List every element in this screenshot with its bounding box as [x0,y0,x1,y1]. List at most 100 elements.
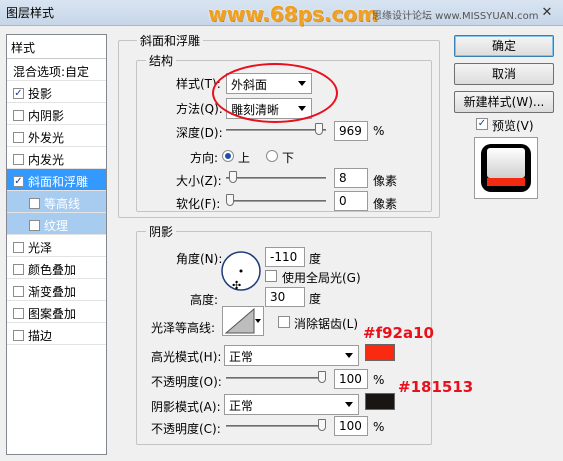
style-list: 样式 混合选项:自定 ✓ 投影内阴影外发光内发光 ✓ 斜面和浮雕等高线纹理光泽颜色叠加渐… [6,34,107,455]
style-list-item-label: 光泽 [28,240,53,255]
shadow-color-swatch[interactable] [365,393,395,410]
ok-button[interactable]: 确定 [454,35,554,57]
global-light-label: 使用全局光(G) [282,271,361,285]
size-input[interactable]: 8 [334,168,368,188]
style-list-item[interactable]: 光泽 [7,235,106,257]
depth-slider-track[interactable] [226,129,326,131]
direction-down-radio[interactable] [266,150,278,162]
direction-label: 方向: [190,151,219,165]
style-checkbox[interactable] [13,263,24,275]
soften-slider-thumb[interactable] [226,194,234,206]
bevel-section-title: 斜面和浮雕 [137,32,204,49]
window-title: 图层样式 [6,6,55,20]
close-icon[interactable]: ✕ [537,4,557,21]
angle-input[interactable]: -110 [265,247,305,267]
shadow-opacity-unit: % [373,420,385,434]
chevron-down-icon [345,402,353,407]
style-list-item[interactable]: 渐变叠加 [7,279,106,301]
gloss-contour-picker[interactable] [222,306,264,336]
altitude-unit: 度 [309,292,322,306]
highlight-opacity-thumb[interactable] [318,371,326,383]
structure-title: 结构 [146,52,177,69]
preview-highlight-face [487,148,525,178]
size-unit: 像素 [373,174,398,188]
style-list-header[interactable]: 样式 [7,35,106,59]
size-slider-track[interactable] [226,177,326,179]
soften-slider-track[interactable] [226,200,326,202]
size-label: 大小(Z): [176,174,222,188]
style-checkbox[interactable]: ✓ [13,175,24,187]
global-light-checkbox[interactable] [265,270,277,282]
watermark: www.68ps.com [208,2,378,26]
style-list-item[interactable]: 纹理 [7,213,106,235]
shadow-hex-annotation: #181513 [398,378,474,396]
style-list-item-label: 描边 [28,328,53,343]
style-checkbox[interactable] [13,329,24,341]
highlight-hex-annotation: #f92a10 [363,324,434,342]
title-bar: 图层样式 www.68ps.com 思缘设计论坛 www.MISSYUAN.co… [0,0,563,26]
style-list-item-label: 颜色叠加 [28,262,77,277]
style-list-item-label: 等高线 [44,196,81,211]
style-checkbox[interactable] [13,241,24,253]
highlight-mode-label: 高光模式(H): [151,350,222,364]
preview-red-edge [487,178,525,186]
soften-input[interactable]: 0 [334,191,368,211]
new-style-button[interactable]: 新建样式(W)... [454,91,554,113]
site-tag: 思缘设计论坛 www.MISSYUAN.com [372,11,539,22]
shadow-mode-label: 阴影模式(A): [151,400,221,414]
style-checkbox[interactable]: ✓ [13,87,24,99]
cancel-button[interactable]: 取消 [454,63,554,85]
style-checkbox[interactable] [13,131,24,143]
style-list-item[interactable]: 内发光 [7,147,106,169]
style-checkbox[interactable] [29,219,40,231]
style-list-item[interactable]: 图案叠加 [7,301,106,323]
depth-label: 深度(D): [176,126,223,140]
style-list-item-label: 纹理 [44,218,69,233]
size-slider-thumb[interactable] [228,171,237,183]
shadow-opacity-input[interactable]: 100 [334,416,368,436]
gloss-contour-label: 光泽等高线: [151,321,216,335]
style-list-item[interactable]: 混合选项:自定 [7,59,106,81]
direction-up-radio[interactable] [222,150,234,162]
contour-preview-icon [224,307,255,334]
style-checkbox[interactable] [13,109,24,121]
style-checkbox[interactable] [13,285,24,297]
shadow-mode-value: 正常 [229,399,254,413]
style-list-item-label: 混合选项:自定 [13,64,90,79]
antialias-checkbox[interactable] [278,316,290,328]
style-list-item-label: 内阴影 [28,108,65,123]
depth-slider-thumb[interactable] [315,123,324,135]
style-preview [474,137,538,199]
altitude-label: 高度: [190,293,219,307]
style-list-item[interactable]: 颜色叠加 [7,257,106,279]
red-ellipse-annotation [212,63,338,123]
style-list-item[interactable]: ✓ 投影 [7,81,106,103]
highlight-opacity-input[interactable]: 100 [334,369,368,389]
style-list-item-label: 外发光 [28,130,65,145]
style-list-item[interactable]: 内阴影 [7,103,106,125]
style-checkbox[interactable] [13,307,24,319]
highlight-mode-value: 正常 [229,350,254,364]
highlight-opacity-track[interactable] [226,377,326,379]
altitude-input[interactable]: 30 [265,287,305,307]
depth-input[interactable]: 969 [334,121,368,141]
style-list-item-label: 投影 [28,86,53,101]
style-list-item[interactable]: 外发光 [7,125,106,147]
shadow-opacity-label: 不透明度(C): [151,422,221,436]
shadow-mode-select[interactable]: 正常 [224,394,359,415]
highlight-mode-select[interactable]: 正常 [224,345,359,366]
highlight-color-swatch[interactable] [365,344,395,361]
style-checkbox[interactable] [29,197,40,209]
style-list-item[interactable]: 描边 [7,323,106,345]
preview-label: 预览(V) [492,119,534,133]
shadow-opacity-track[interactable] [226,425,326,427]
style-list-item-label: 内发光 [28,152,65,167]
preview-checkbox[interactable]: ✓ [476,118,488,130]
style-list-item[interactable]: 等高线 [7,191,106,213]
soften-label: 软化(F): [176,197,221,211]
shadow-opacity-thumb[interactable] [318,419,326,431]
style-checkbox[interactable] [13,153,24,165]
style-list-item[interactable]: ✓ 斜面和浮雕 [7,169,106,191]
chevron-down-icon [345,353,353,358]
highlight-opacity-label: 不透明度(O): [151,375,222,389]
